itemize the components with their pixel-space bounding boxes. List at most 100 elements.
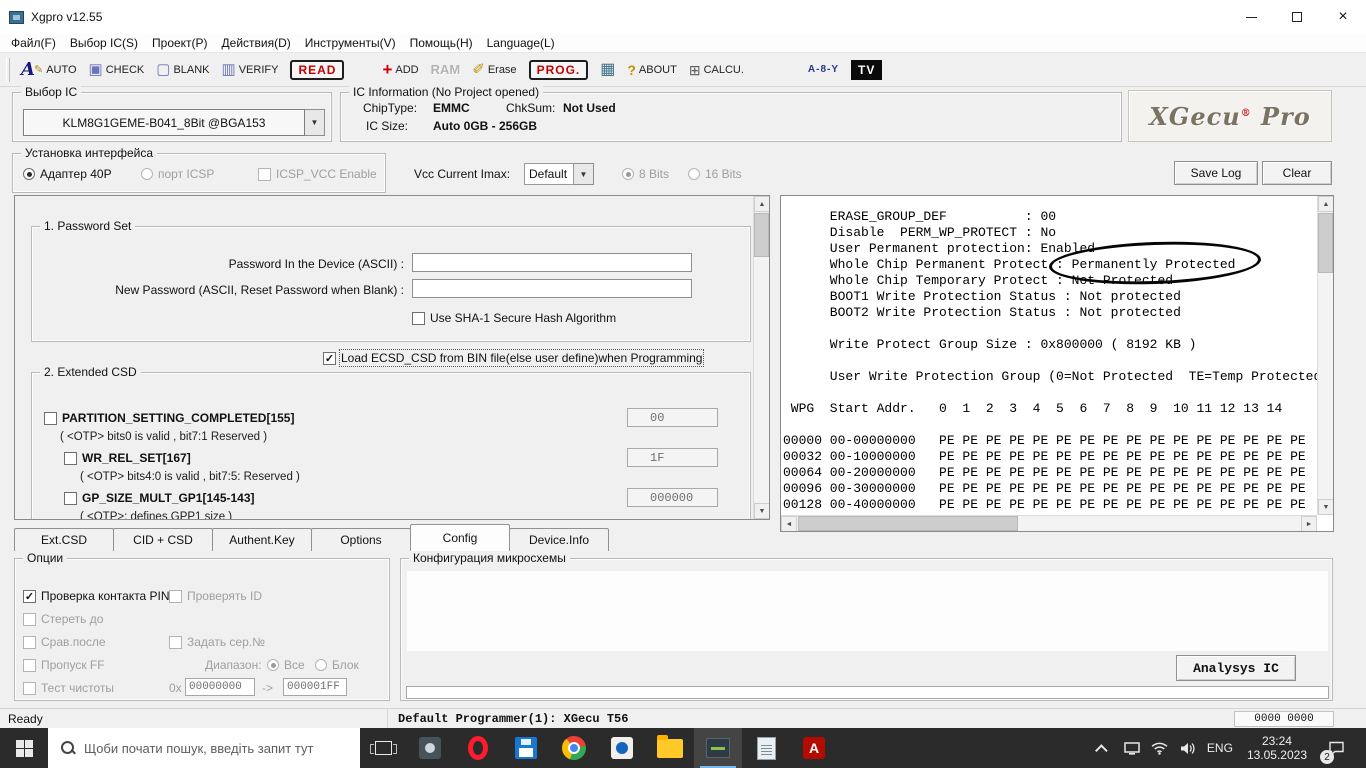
- addr-to-input[interactable]: [283, 678, 347, 696]
- gp-size-mult-value[interactable]: 000000: [627, 488, 718, 507]
- partition-setting-value[interactable]: 00: [627, 408, 718, 427]
- scroll-down-button[interactable]: ▼: [754, 503, 770, 519]
- ram-button[interactable]: RAM: [426, 60, 466, 79]
- skip-ff-checkbox[interactable]: Пропуск FF: [23, 658, 105, 672]
- range-block-radio[interactable]: Блок: [315, 658, 359, 672]
- minimize-button[interactable]: [1228, 0, 1274, 34]
- tab-cid-csd[interactable]: CID + CSD: [113, 528, 213, 551]
- taskbar-app-acrobat[interactable]: A: [790, 728, 838, 768]
- console-v-scrollbar[interactable]: ▲ ▼: [1317, 196, 1333, 515]
- vcc-imax-select[interactable]: Default ▼: [524, 163, 594, 185]
- logic-test-button[interactable]: A-8-Y: [803, 62, 844, 77]
- statusbar: Ready Default Programmer(1): XGecu T56 0…: [0, 708, 1366, 728]
- about-button[interactable]: ? ABOUT: [622, 61, 681, 79]
- taskbar-app-5[interactable]: [598, 728, 646, 768]
- tv-mode-button[interactable]: TV: [846, 58, 887, 82]
- menu-item-language[interactable]: Language(L): [480, 34, 562, 53]
- bits8-radio[interactable]: 8 Bits: [622, 167, 669, 181]
- console-h-scrollbar[interactable]: ◄ ►: [781, 515, 1317, 531]
- auto-button[interactable]: A✎ AUTO: [16, 59, 82, 81]
- scroll-up-button[interactable]: ▲: [754, 196, 770, 212]
- erase-before-checkbox[interactable]: Стереть до: [23, 612, 103, 626]
- scrollbar-thumb[interactable]: [798, 516, 1018, 531]
- gp-size-mult-checkbox[interactable]: GP_SIZE_MULT_GP1[145-143]: [64, 491, 255, 505]
- analysis-ic-button[interactable]: Analysys IC: [1176, 655, 1296, 681]
- new-password-input[interactable]: [412, 279, 692, 298]
- adapter-40p-radio[interactable]: Адаптер 40P: [23, 167, 112, 181]
- range-all-radio[interactable]: Все: [267, 658, 305, 672]
- maximize-button[interactable]: [1274, 0, 1320, 34]
- vcc-dropdown-button[interactable]: ▼: [574, 163, 594, 185]
- password-device-input[interactable]: [412, 253, 692, 272]
- taskbar-app-notepad[interactable]: [742, 728, 790, 768]
- pin-check-checkbox[interactable]: Проверка контакта PIN: [23, 589, 170, 603]
- taskbar-search[interactable]: Щоби почати пошук, введіть запит тут: [48, 728, 360, 768]
- menu-item-file[interactable]: Файл(F): [4, 34, 63, 53]
- start-button[interactable]: [0, 728, 48, 768]
- tray-volume-button[interactable]: [1175, 728, 1201, 768]
- purity-test-checkbox[interactable]: Тест чистоты: [23, 681, 114, 695]
- clear-button[interactable]: Clear: [1262, 161, 1332, 185]
- save-log-button[interactable]: Save Log: [1174, 161, 1258, 185]
- tray-overflow-button[interactable]: [1091, 728, 1117, 768]
- taskbar-app-explorer[interactable]: [646, 728, 694, 768]
- taskbar-app-chrome[interactable]: [550, 728, 598, 768]
- menu-item-select-ic[interactable]: Выбор IC(S): [63, 34, 145, 53]
- vcc-imax-value[interactable]: Default: [524, 163, 574, 185]
- check-id-checkbox[interactable]: Проверять ID: [169, 589, 262, 603]
- taskbar-app-1[interactable]: [406, 728, 454, 768]
- taskbar-app-opera[interactable]: [454, 728, 502, 768]
- read-button[interactable]: READ: [285, 58, 349, 82]
- set-serial-checkbox[interactable]: Задать сер.№: [169, 635, 265, 649]
- ic-combobox[interactable]: KLM8G1GEME-B041_8Bit @BGA153 ▼: [23, 109, 325, 136]
- compare-after-checkbox[interactable]: Срав.после: [23, 635, 106, 649]
- menu-item-help[interactable]: Помощь(H): [403, 34, 480, 53]
- scroll-down-button[interactable]: ▼: [1318, 499, 1334, 515]
- tray-network-button[interactable]: [1119, 728, 1145, 768]
- tray-wifi-button[interactable]: [1147, 728, 1173, 768]
- icsp-vcc-checkbox[interactable]: ICSP_VCC Enable: [258, 167, 377, 181]
- menu-item-tools[interactable]: Инструменты(V): [298, 34, 403, 53]
- console-text: ERASE_GROUP_DEF : 00 Disable PERM_WP_PRO…: [783, 209, 1321, 513]
- language-indicator[interactable]: ENG: [1203, 741, 1237, 755]
- tab-options[interactable]: Options: [311, 528, 411, 551]
- blank-button[interactable]: ▢ BLANK: [151, 60, 214, 79]
- scrollbar-thumb[interactable]: [754, 213, 769, 257]
- scroll-up-button[interactable]: ▲: [1318, 196, 1334, 212]
- verify-button[interactable]: ▥ VERIFY: [217, 60, 284, 79]
- wr-rel-set-checkbox[interactable]: WR_REL_SET[167]: [64, 451, 191, 465]
- tab-authent-key[interactable]: Authent.Key: [212, 528, 312, 551]
- ic-combobox-value[interactable]: KLM8G1GEME-B041_8Bit @BGA153: [23, 109, 305, 136]
- icsp-port-radio[interactable]: порт ICSP: [141, 167, 214, 181]
- window-controls: ×: [1228, 0, 1366, 34]
- left-panel-scrollbar[interactable]: ▲ ▼: [753, 196, 769, 519]
- close-button[interactable]: ×: [1320, 0, 1366, 34]
- taskbar-clock[interactable]: 23:24 13.05.2023: [1239, 734, 1315, 762]
- tab-device-info[interactable]: Device.Info: [509, 528, 609, 551]
- partition-setting-checkbox[interactable]: PARTITION_SETTING_COMPLETED[155]: [44, 411, 294, 425]
- addr-from-input[interactable]: [185, 678, 255, 696]
- load-ecsd-checkbox[interactable]: Load ECSD_CSD from BIN file(else user de…: [323, 351, 702, 365]
- scroll-right-button[interactable]: ►: [1301, 516, 1317, 532]
- action-center-button[interactable]: 2: [1317, 728, 1355, 768]
- menu-item-actions[interactable]: Действия(D): [215, 34, 298, 53]
- bits16-radio[interactable]: 16 Bits: [688, 167, 742, 181]
- taskbar-app-xgpro[interactable]: [694, 728, 742, 768]
- prog-button[interactable]: PROG.: [524, 58, 594, 82]
- check-button[interactable]: ▣ CHECK: [84, 60, 150, 79]
- tab-ext-csd[interactable]: Ext.CSD: [14, 528, 114, 551]
- socket-button[interactable]: ▦: [595, 60, 620, 80]
- taskbar-app-save[interactable]: [502, 728, 550, 768]
- add-button[interactable]: + ADD: [377, 59, 423, 80]
- wr-rel-set-value[interactable]: 1F: [627, 448, 718, 467]
- logic-gate-icon: A-8-Y: [808, 64, 839, 75]
- task-view-button[interactable]: [360, 728, 406, 768]
- erase-button[interactable]: ✐ Erase: [467, 60, 521, 79]
- menu-item-project[interactable]: Проект(P): [145, 34, 215, 53]
- scroll-left-button[interactable]: ◄: [781, 516, 797, 532]
- calculator-button[interactable]: ⊞ CALCU.: [684, 61, 749, 79]
- ic-combobox-dropdown-button[interactable]: ▼: [305, 109, 325, 136]
- tab-config[interactable]: Config: [410, 524, 510, 551]
- scrollbar-thumb[interactable]: [1318, 213, 1333, 273]
- sha1-checkbox[interactable]: Use SHA-1 Secure Hash Algorithm: [412, 311, 616, 325]
